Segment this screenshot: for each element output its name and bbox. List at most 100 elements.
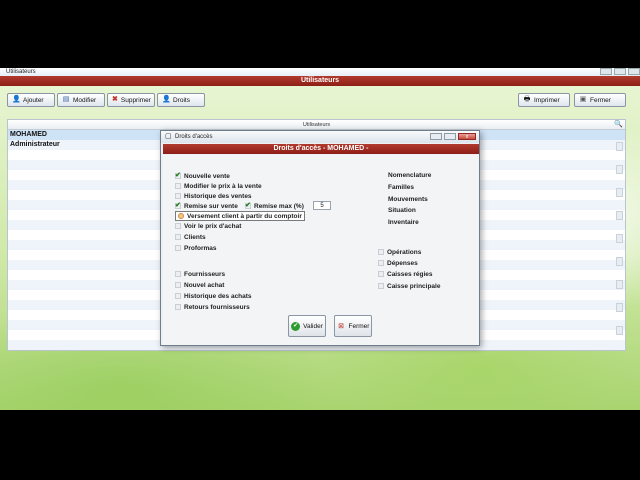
- remise-max-input[interactable]: 5: [313, 201, 331, 210]
- print-button[interactable]: 🖶 Imprimer: [518, 93, 570, 107]
- perm-situation[interactable]: Situation: [388, 206, 416, 216]
- perm-versement-client[interactable]: Versement client à partir du comptoir: [175, 211, 305, 221]
- perm-mouvements[interactable]: Mouvements: [388, 195, 428, 205]
- perm-label: Remise sur vente: [184, 202, 238, 210]
- close-main-button-label: Fermer: [590, 96, 611, 104]
- perm-operations[interactable]: Opérations: [378, 247, 421, 257]
- checkbox[interactable]: [175, 271, 181, 277]
- scroll-marker: [616, 280, 623, 289]
- perm-label: Proformas: [184, 244, 217, 252]
- perm-fournisseurs[interactable]: Fournisseurs: [175, 269, 225, 279]
- perm-label: Nouvelle vente: [184, 172, 230, 180]
- scroll-marker: [616, 326, 623, 335]
- perm-nouvelle-vente[interactable]: Nouvelle vente: [175, 171, 230, 181]
- perm-label: Historique des ventes: [184, 192, 252, 200]
- checkbox[interactable]: [378, 260, 384, 266]
- checkbox[interactable]: [175, 193, 181, 199]
- dialog-close-button-label: Fermer: [348, 322, 370, 330]
- checkbox[interactable]: [175, 171, 181, 179]
- perm-caisse-principale[interactable]: Caisse principale: [378, 281, 440, 291]
- rights-button[interactable]: 👤 Droits: [157, 93, 205, 107]
- dialog-close-button[interactable]: x: [458, 133, 476, 140]
- add-button-label: Ajouter: [23, 96, 44, 104]
- close-icon: ▣: [579, 96, 587, 103]
- perm-remise-sur-vente[interactable]: Remise sur vente: [175, 201, 238, 211]
- perm-label: Retours fournisseurs: [184, 303, 250, 311]
- dialog-title: Droits d'accès: [175, 134, 213, 140]
- checkbox[interactable]: [175, 223, 181, 229]
- checkbox[interactable]: [178, 213, 184, 219]
- search-icon[interactable]: 🔍: [614, 121, 623, 129]
- perm-label: Versement client à partir du comptoir: [187, 212, 302, 220]
- perm-remise-max[interactable]: Remise max (%): [245, 201, 304, 211]
- print-button-label: Imprimer: [534, 96, 560, 104]
- checkbox[interactable]: [175, 183, 181, 189]
- close-icon: ⊠: [338, 322, 344, 330]
- checkbox[interactable]: [175, 245, 181, 251]
- grid-column-label: Utilisateurs: [302, 122, 331, 128]
- letterbox-top: [0, 0, 640, 68]
- perm-nouvel-achat[interactable]: Nouvel achat: [175, 280, 224, 290]
- checkbox[interactable]: [175, 304, 181, 310]
- delete-icon: ✖: [112, 96, 118, 103]
- perm-label: Voir le prix d'achat: [184, 222, 242, 230]
- window-controls: [594, 68, 640, 76]
- perm-historique-ventes[interactable]: Historique des ventes: [175, 191, 252, 201]
- access-rights-dialog: ▢ Droits d'accès x Droits d'accès - MOHA…: [160, 130, 480, 346]
- app-icon: ▢: [165, 133, 172, 140]
- checkbox[interactable]: [245, 201, 251, 209]
- scroll-marker: [616, 142, 623, 151]
- delete-button[interactable]: ✖ Supprimer: [107, 93, 155, 107]
- close-window-button[interactable]: [628, 68, 640, 75]
- checkbox[interactable]: [175, 282, 181, 288]
- perm-familles[interactable]: Familles: [388, 183, 414, 193]
- grid-column-header[interactable]: Utilisateurs 🔍: [8, 120, 625, 130]
- main-window-titlebar: Utilisateurs: [0, 68, 640, 76]
- perm-nomenclature[interactable]: Nomenclature: [388, 171, 431, 181]
- checkbox[interactable]: [175, 201, 181, 209]
- scroll-marker: [616, 165, 623, 174]
- main-header: Utilisateurs: [0, 76, 640, 86]
- validate-button[interactable]: ✔ Valider: [288, 315, 326, 337]
- delete-button-label: Supprimer: [120, 96, 151, 104]
- checkbox[interactable]: [175, 234, 181, 240]
- checkbox[interactable]: [175, 293, 181, 299]
- dialog-minimize-button[interactable]: [430, 133, 442, 140]
- checkbox[interactable]: [378, 249, 384, 255]
- add-user-icon: 👤: [12, 96, 21, 103]
- edit-button[interactable]: ▤ Modifier: [57, 93, 105, 107]
- perm-label: Caisses régies: [387, 270, 433, 278]
- perm-voir-prix-achat[interactable]: Voir le prix d'achat: [175, 221, 241, 231]
- perm-inventaire[interactable]: Inventaire: [388, 218, 419, 228]
- dialog-titlebar[interactable]: ▢ Droits d'accès x: [161, 131, 479, 143]
- perm-label: Opérations: [387, 248, 422, 256]
- perm-proformas[interactable]: Proformas: [175, 243, 217, 253]
- printer-icon: 🖶: [523, 96, 531, 103]
- scroll-marker: [616, 257, 623, 266]
- dialog-maximize-button[interactable]: [444, 133, 456, 140]
- dialog-close-action-button[interactable]: ⊠ Fermer: [334, 315, 372, 337]
- perm-label: Historique des achats: [184, 292, 252, 300]
- perm-modifier-prix-vente[interactable]: Modifier le prix à la vente: [175, 181, 262, 191]
- main-window-title: Utilisateurs: [6, 69, 36, 75]
- perm-label: Modifier le prix à la vente: [184, 182, 262, 190]
- checkbox[interactable]: [378, 283, 384, 289]
- perm-clients[interactable]: Clients: [175, 232, 206, 242]
- validate-button-label: Valider: [303, 322, 323, 330]
- dialog-window-controls: x: [430, 133, 476, 140]
- perm-label: Fournisseurs: [184, 270, 226, 278]
- close-main-button[interactable]: ▣ Fermer: [574, 93, 626, 107]
- perm-caisses-regies[interactable]: Caisses régies: [378, 269, 433, 279]
- rights-button-label: Droits: [173, 96, 190, 104]
- perm-historique-achats[interactable]: Historique des achats: [175, 291, 252, 301]
- dialog-header: Droits d'accès - MOHAMED -: [163, 144, 479, 154]
- desktop-screen: Utilisateurs Utilisateurs 👤 Ajouter ▤ Mo…: [0, 68, 640, 410]
- perm-retours-fournisseurs[interactable]: Retours fournisseurs: [175, 302, 250, 312]
- perm-label: Clients: [184, 233, 206, 241]
- add-button[interactable]: 👤 Ajouter: [7, 93, 55, 107]
- perm-depenses[interactable]: Dépenses: [378, 258, 418, 268]
- checkbox[interactable]: [378, 271, 384, 277]
- minimize-button[interactable]: [600, 68, 612, 75]
- scroll-marker: [616, 188, 623, 197]
- maximize-button[interactable]: [614, 68, 626, 75]
